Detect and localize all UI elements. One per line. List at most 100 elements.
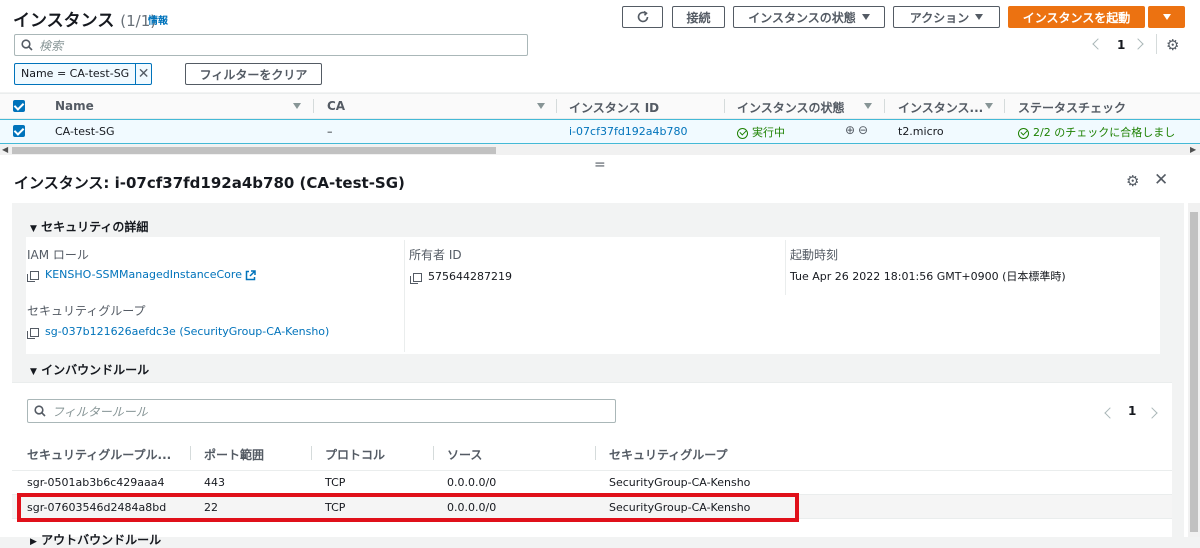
instance-state-button[interactable]: インスタンスの状態 [733,6,885,28]
detail-title: インスタンス: i-07cf37fd192a4b780 (CA-test-SG) [14,174,405,192]
copy-icon[interactable] [27,327,39,339]
column-header-instance-id[interactable]: インスタンス ID [569,99,659,116]
remove-filter-icon[interactable]: ✕ [136,64,151,84]
launch-time-value: Tue Apr 26 2022 18:01:56 GMT+0900 (日本標準時… [790,270,1066,283]
chevron-right-icon [1132,38,1144,50]
state-text: 実行中 [752,126,785,139]
info-link[interactable]: 情報 [148,12,168,27]
split-panel-handle[interactable]: = [594,157,606,173]
page-number[interactable]: 1 [1117,38,1125,52]
prev-page-button[interactable] [1092,37,1104,51]
page-title: インスタンス (1/1) [13,6,156,31]
column-separator [884,99,885,113]
next-page-button[interactable] [1132,37,1144,51]
inbound-section-header[interactable]: ▼ インバウンドルール [30,361,149,378]
highlight-box [17,493,799,522]
chevron-left-icon [1092,38,1104,50]
column-header-ca[interactable]: CA [327,99,345,113]
security-group-link[interactable]: sg-037b121626aefdc3e (SecurityGroup-CA-K… [45,325,329,338]
filter-token[interactable]: Name = CA-test-SG ✕ [14,63,152,85]
column-separator [556,99,557,113]
refresh-button[interactable] [622,6,663,28]
cell-name: CA-test-SG [55,125,115,138]
sort-icon[interactable] [985,103,993,109]
column-separator [190,446,191,460]
column-header-name[interactable]: Name [55,99,94,113]
actions-label: アクション [909,10,970,25]
copy-icon[interactable] [27,270,39,282]
instance-id-link[interactable]: i-07cf37fd192a4b780 [569,125,688,138]
caret-down-icon [861,14,870,20]
connect-button[interactable]: 接続 [672,6,725,28]
instance-state-label: インスタンスの状態 [748,10,856,25]
row-checkbox[interactable] [13,125,25,137]
launch-instance-button[interactable]: インスタンスを起動 [1008,6,1145,28]
detail-settings-gear-icon[interactable]: ⚙ [1126,172,1139,190]
cell-status-check: 2/2 のチェックに合格しまし [1018,124,1175,140]
column-header-status-check[interactable]: ステータスチェック [1018,99,1126,116]
connect-label: 接続 [686,10,711,25]
caret-right-icon: ▶ [30,537,37,547]
external-link-icon[interactable] [245,269,257,281]
sort-icon[interactable] [537,103,545,109]
zoom-in-icon[interactable]: ⊕ [845,123,855,137]
panel-column-divider [404,240,405,352]
copy-icon[interactable] [410,272,422,284]
security-section-header[interactable]: ▼ セキュリティの詳細 [30,218,148,235]
column-header-instance-state[interactable]: インスタンスの状態 [737,99,845,116]
column-separator [311,446,312,460]
search-placeholder: 検索 [39,38,64,53]
filter-rules-placeholder: フィルタールール [52,404,148,419]
security-section-title: セキュリティの詳細 [41,220,149,234]
table-row [12,471,1172,495]
column-separator [724,99,725,113]
search-input[interactable]: 検索 [14,34,528,56]
outbound-section-header[interactable]: ▶ アウトバウンドルール [30,531,161,548]
iam-role-label: IAM ロール [27,248,89,262]
vertical-scrollbar-thumb[interactable] [1190,212,1198,532]
owner-id-label: 所有者 ID [409,248,462,262]
cell-port: 443 [204,476,225,489]
cell-instance-type: t2.micro [898,125,944,138]
scroll-right-arrow[interactable]: ▶ [1190,145,1196,154]
clear-filter-button[interactable]: フィルターをクリア [185,63,322,85]
rules-page-number[interactable]: 1 [1128,404,1136,418]
sort-icon[interactable] [293,103,301,109]
filter-token-label: Name = CA-test-SG [15,64,137,84]
launch-instance-label: インスタンスを起動 [1022,10,1131,25]
column-separator [433,446,434,460]
sort-icon[interactable] [864,103,872,109]
cell-security-group: SecurityGroup-CA-Kensho [609,476,751,489]
column-separator [313,99,314,113]
rules-column-security-group[interactable]: セキュリティグループ [609,446,728,463]
cell-source: 0.0.0.0/0 [447,476,497,489]
rules-column-port-range[interactable]: ポート範囲 [204,446,264,463]
iam-role-value: KENSHO-SSMManagedInstanceCore [27,268,257,282]
status-check-text: 2/2 のチェックに合格しまし [1033,126,1176,139]
cell-rule-id: sgr-0501ab3b6c429aaa4 [27,476,165,489]
launch-dropdown-button[interactable] [1148,6,1185,28]
iam-role-link[interactable]: KENSHO-SSMManagedInstanceCore [45,268,242,281]
zoom-out-icon[interactable]: ⊖ [858,123,868,137]
column-separator [1004,99,1005,113]
close-icon[interactable]: ✕ [1154,170,1168,190]
scroll-left-arrow[interactable]: ◀ [2,145,8,154]
inbound-section-title: インバウンドルール [41,363,150,377]
cell-ca: – [327,125,333,138]
select-all-checkbox[interactable] [13,100,25,112]
caret-down-icon: ▼ [30,367,37,377]
filter-rules-input[interactable]: フィルタールール [27,399,616,423]
rules-column-source[interactable]: ソース [447,446,482,463]
rules-column-protocol[interactable]: プロトコル [325,446,385,463]
outbound-section-title: アウトバウンドルール [41,533,162,547]
rules-next-page-button[interactable] [1146,406,1158,420]
rules-column-rule-id[interactable]: セキュリティグループル... [27,446,171,463]
chevron-left-icon [1104,407,1116,419]
actions-button[interactable]: アクション [893,6,1000,28]
scrollbar-thumb[interactable] [12,147,496,154]
panel-column-divider [785,240,786,295]
rules-prev-page-button[interactable] [1104,406,1116,420]
page-title-text: インスタンス [13,11,115,31]
preferences-gear-icon[interactable]: ⚙ [1166,36,1179,54]
column-header-instance-type[interactable]: インスタンス... [898,99,983,116]
